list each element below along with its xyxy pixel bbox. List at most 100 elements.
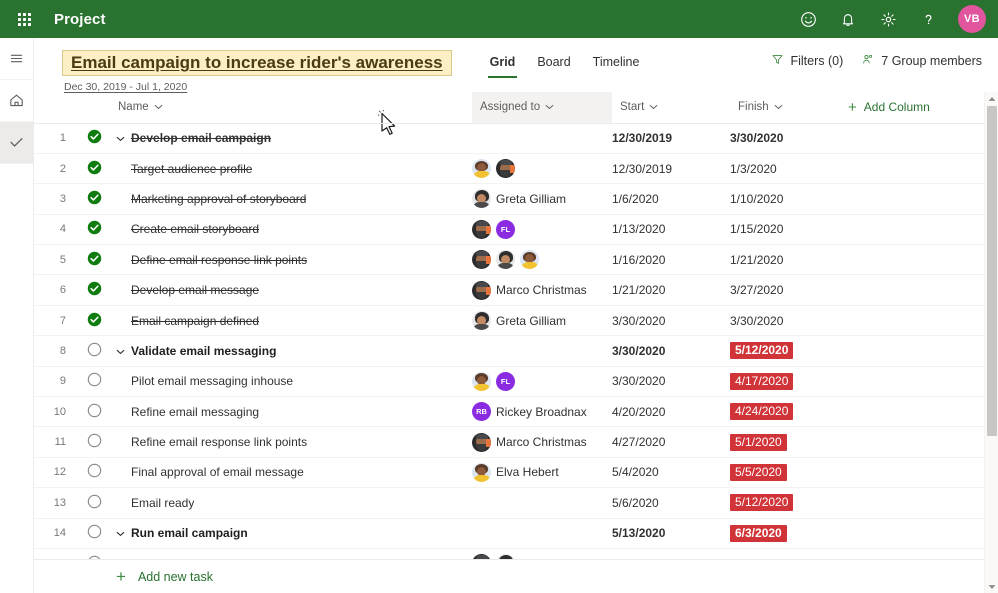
table-row[interactable]: 14 Run email campaign 5/13/2020 6/3/2020 xyxy=(34,518,998,549)
gear-icon[interactable] xyxy=(878,9,898,29)
task-name-cell[interactable]: Email ready xyxy=(110,487,472,519)
assigned-to-cell[interactable] xyxy=(472,335,612,367)
finish-date-cell[interactable]: 4/17/2020 xyxy=(730,366,840,398)
assigned-to-cell[interactable]: Greta Gilliam xyxy=(472,183,612,215)
avatar[interactable] xyxy=(472,311,491,331)
task-complete-icon[interactable] xyxy=(87,220,102,238)
start-date-cell[interactable]: 3/30/2020 xyxy=(612,305,730,337)
table-row[interactable]: 9 Pilot email messaging inhouse FL 3/30/202… xyxy=(34,366,998,398)
task-name-cell[interactable]: Final approval of email message xyxy=(110,457,472,489)
finish-date-cell[interactable]: 5/5/2020 xyxy=(730,457,840,489)
table-row[interactable]: 8 Validate email messaging 3/30/2020 5/12/2… xyxy=(34,335,998,367)
assigned-to-cell[interactable] xyxy=(472,487,612,519)
task-status-cell[interactable] xyxy=(78,426,110,458)
finish-date-cell[interactable]: 4/24/2020 xyxy=(730,396,840,428)
assigned-to-cell[interactable]: FL xyxy=(472,366,612,398)
finish-date-cell[interactable]: 3/30/2020 xyxy=(730,305,840,337)
task-status-cell[interactable] xyxy=(78,244,110,276)
task-name-cell[interactable]: Develop email campaign xyxy=(110,123,472,154)
chevron-down-icon[interactable] xyxy=(116,131,127,145)
assigned-to-cell[interactable] xyxy=(472,518,612,549)
start-date-cell[interactable]: 1/21/2020 xyxy=(612,274,730,306)
finish-date-cell[interactable]: 3/30/2020 xyxy=(730,123,840,154)
task-status-cell[interactable] xyxy=(78,518,110,549)
assigned-to-cell[interactable] xyxy=(472,123,612,154)
table-row[interactable]: 11 Refine email response link points Marco… xyxy=(34,426,998,458)
task-complete-icon[interactable] xyxy=(87,251,102,269)
column-header-assigned-to[interactable]: Assigned to xyxy=(472,92,612,124)
start-date-cell[interactable]: 5/6/2020 xyxy=(612,487,730,519)
task-name-cell[interactable]: Refine email response link points xyxy=(110,426,472,458)
avatar[interactable] xyxy=(472,432,491,452)
start-date-cell[interactable]: 4/27/2020 xyxy=(612,426,730,458)
avatar[interactable] xyxy=(472,159,491,179)
task-name-cell[interactable]: Target audience profile xyxy=(110,153,472,185)
bell-icon[interactable] xyxy=(838,9,858,29)
task-status-cell[interactable] xyxy=(78,396,110,428)
help-icon[interactable] xyxy=(918,9,938,29)
finish-date-cell[interactable]: 5/12/2020 xyxy=(730,335,840,367)
chevron-down-icon[interactable] xyxy=(116,344,127,358)
assigned-to-cell[interactable] xyxy=(472,244,612,276)
assigned-to-cell[interactable] xyxy=(472,153,612,185)
scroll-up-arrow-icon[interactable] xyxy=(985,92,998,105)
add-column-header[interactable]: + Add Column xyxy=(840,92,998,124)
avatar[interactable] xyxy=(520,250,539,270)
app-title[interactable]: Project xyxy=(54,11,106,28)
chevron-down-icon[interactable] xyxy=(116,526,127,540)
avatar[interactable] xyxy=(472,280,491,300)
task-complete-icon[interactable] xyxy=(87,281,102,299)
start-date-cell[interactable]: 3/30/2020 xyxy=(612,335,730,367)
finish-date-cell[interactable]: 5/12/2020 xyxy=(730,487,840,519)
task-name-cell[interactable]: Create email storyboard xyxy=(110,214,472,246)
tab-board[interactable]: Board xyxy=(535,53,572,78)
page-title[interactable]: Email campaign to increase rider's aware… xyxy=(62,50,452,76)
assigned-to-cell[interactable]: Greta Gilliam xyxy=(472,305,612,337)
table-row[interactable]: 5 Define email response link points 1/16/2… xyxy=(34,244,998,276)
finish-date-cell[interactable]: 3/27/2020 xyxy=(730,274,840,306)
task-name-cell[interactable]: Pilot email messaging inhouse xyxy=(110,366,472,398)
sidebar-item-home[interactable] xyxy=(0,80,33,122)
start-date-cell[interactable]: 5/13/2020 xyxy=(612,518,730,549)
assigned-to-cell[interactable]: FL xyxy=(472,214,612,246)
table-row[interactable]: 12 Final approval of email message Elva He… xyxy=(34,457,998,489)
assigned-to-cell[interactable]: Elva Hebert xyxy=(472,457,612,489)
scrollbar-thumb[interactable] xyxy=(987,106,997,436)
task-name-cell[interactable]: Email campaign defined xyxy=(110,305,472,337)
task-status-cell[interactable] xyxy=(78,274,110,306)
start-date-cell[interactable]: 5/4/2020 xyxy=(612,457,730,489)
avatar[interactable] xyxy=(472,462,491,482)
start-date-cell[interactable]: 3/30/2020 xyxy=(612,366,730,398)
scroll-down-arrow-icon[interactable] xyxy=(985,580,998,593)
task-complete-icon[interactable] xyxy=(87,312,102,330)
start-date-cell[interactable]: 1/16/2020 xyxy=(612,244,730,276)
table-row[interactable]: 7 Email campaign defined Greta Gilliam 3/30… xyxy=(34,305,998,337)
finish-date-cell[interactable]: 1/3/2020 xyxy=(730,153,840,185)
add-new-task-button[interactable]: + Add new task xyxy=(34,559,998,593)
task-status-cell[interactable] xyxy=(78,153,110,185)
task-incomplete-icon[interactable] xyxy=(87,372,102,390)
start-date-cell[interactable]: 4/20/2020 xyxy=(612,396,730,428)
avatar[interactable]: RB xyxy=(472,402,491,422)
task-name-cell[interactable]: Validate email messaging xyxy=(110,335,472,367)
assigned-to-cell[interactable]: Marco Christmas xyxy=(472,426,612,458)
assigned-to-cell[interactable]: Marco Christmas xyxy=(472,274,612,306)
task-status-cell[interactable] xyxy=(78,214,110,246)
avatar[interactable] xyxy=(472,219,491,239)
tab-timeline[interactable]: Timeline xyxy=(591,53,642,78)
vertical-scrollbar[interactable] xyxy=(984,92,998,593)
column-header-start[interactable]: Start xyxy=(612,92,730,124)
sidebar-item-tasks[interactable] xyxy=(0,122,33,164)
start-date-cell[interactable]: 1/6/2020 xyxy=(612,183,730,215)
avatar[interactable] xyxy=(472,371,491,391)
task-incomplete-icon[interactable] xyxy=(87,524,102,542)
task-status-cell[interactable] xyxy=(78,335,110,367)
user-avatar[interactable]: VB xyxy=(958,5,986,33)
tab-grid[interactable]: Grid xyxy=(487,53,518,78)
table-row[interactable]: 13 Email ready 5/6/2020 5/12/2020 xyxy=(34,487,998,519)
finish-date-cell[interactable]: 1/10/2020 xyxy=(730,183,840,215)
column-header-finish[interactable]: Finish xyxy=(730,92,840,124)
task-status-cell[interactable] xyxy=(78,457,110,489)
column-header-name[interactable]: Name xyxy=(110,92,472,124)
table-row[interactable]: 4 Create email storyboard FL 1/13/2020 1/15/… xyxy=(34,214,998,246)
